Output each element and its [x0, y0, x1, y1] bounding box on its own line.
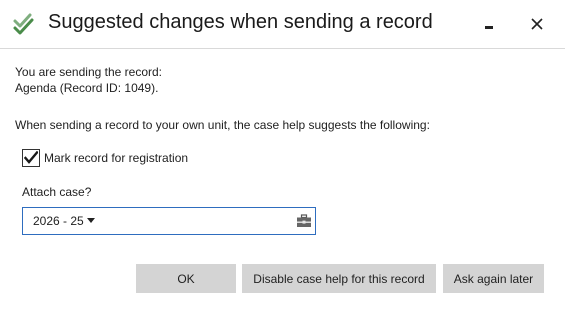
- double-check-icon: [12, 12, 36, 36]
- title-bar: Suggested changes when sending a record: [0, 0, 565, 49]
- minimize-icon: [485, 26, 493, 29]
- mark-registration-label: Mark record for registration: [44, 151, 189, 165]
- attach-case-value: 2026 - 25: [33, 214, 84, 228]
- close-icon: [531, 18, 543, 30]
- disable-case-help-button[interactable]: Disable case help for this record: [242, 264, 436, 293]
- attach-case-select[interactable]: 2026 - 25: [22, 207, 316, 235]
- checkmark-icon: [24, 151, 38, 164]
- dialog-title: Suggested changes when sending a record: [48, 11, 433, 33]
- record-name: Agenda (Record ID: 1049).: [15, 81, 159, 95]
- chevron-down-icon[interactable]: [87, 218, 95, 223]
- minimize-button[interactable]: [478, 12, 502, 36]
- attach-case-label: Attach case?: [22, 185, 92, 199]
- ask-again-later-button[interactable]: Ask again later: [443, 264, 544, 293]
- ok-button[interactable]: OK: [136, 264, 236, 293]
- suggested-changes-dialog: Suggested changes when sending a record …: [0, 0, 565, 318]
- sending-label: You are sending the record:: [15, 65, 162, 79]
- mark-registration-checkbox[interactable]: [22, 149, 40, 167]
- case-folder-icon[interactable]: [296, 213, 312, 229]
- close-button[interactable]: [525, 12, 549, 36]
- suggestion-text: When sending a record to your own unit, …: [15, 118, 430, 132]
